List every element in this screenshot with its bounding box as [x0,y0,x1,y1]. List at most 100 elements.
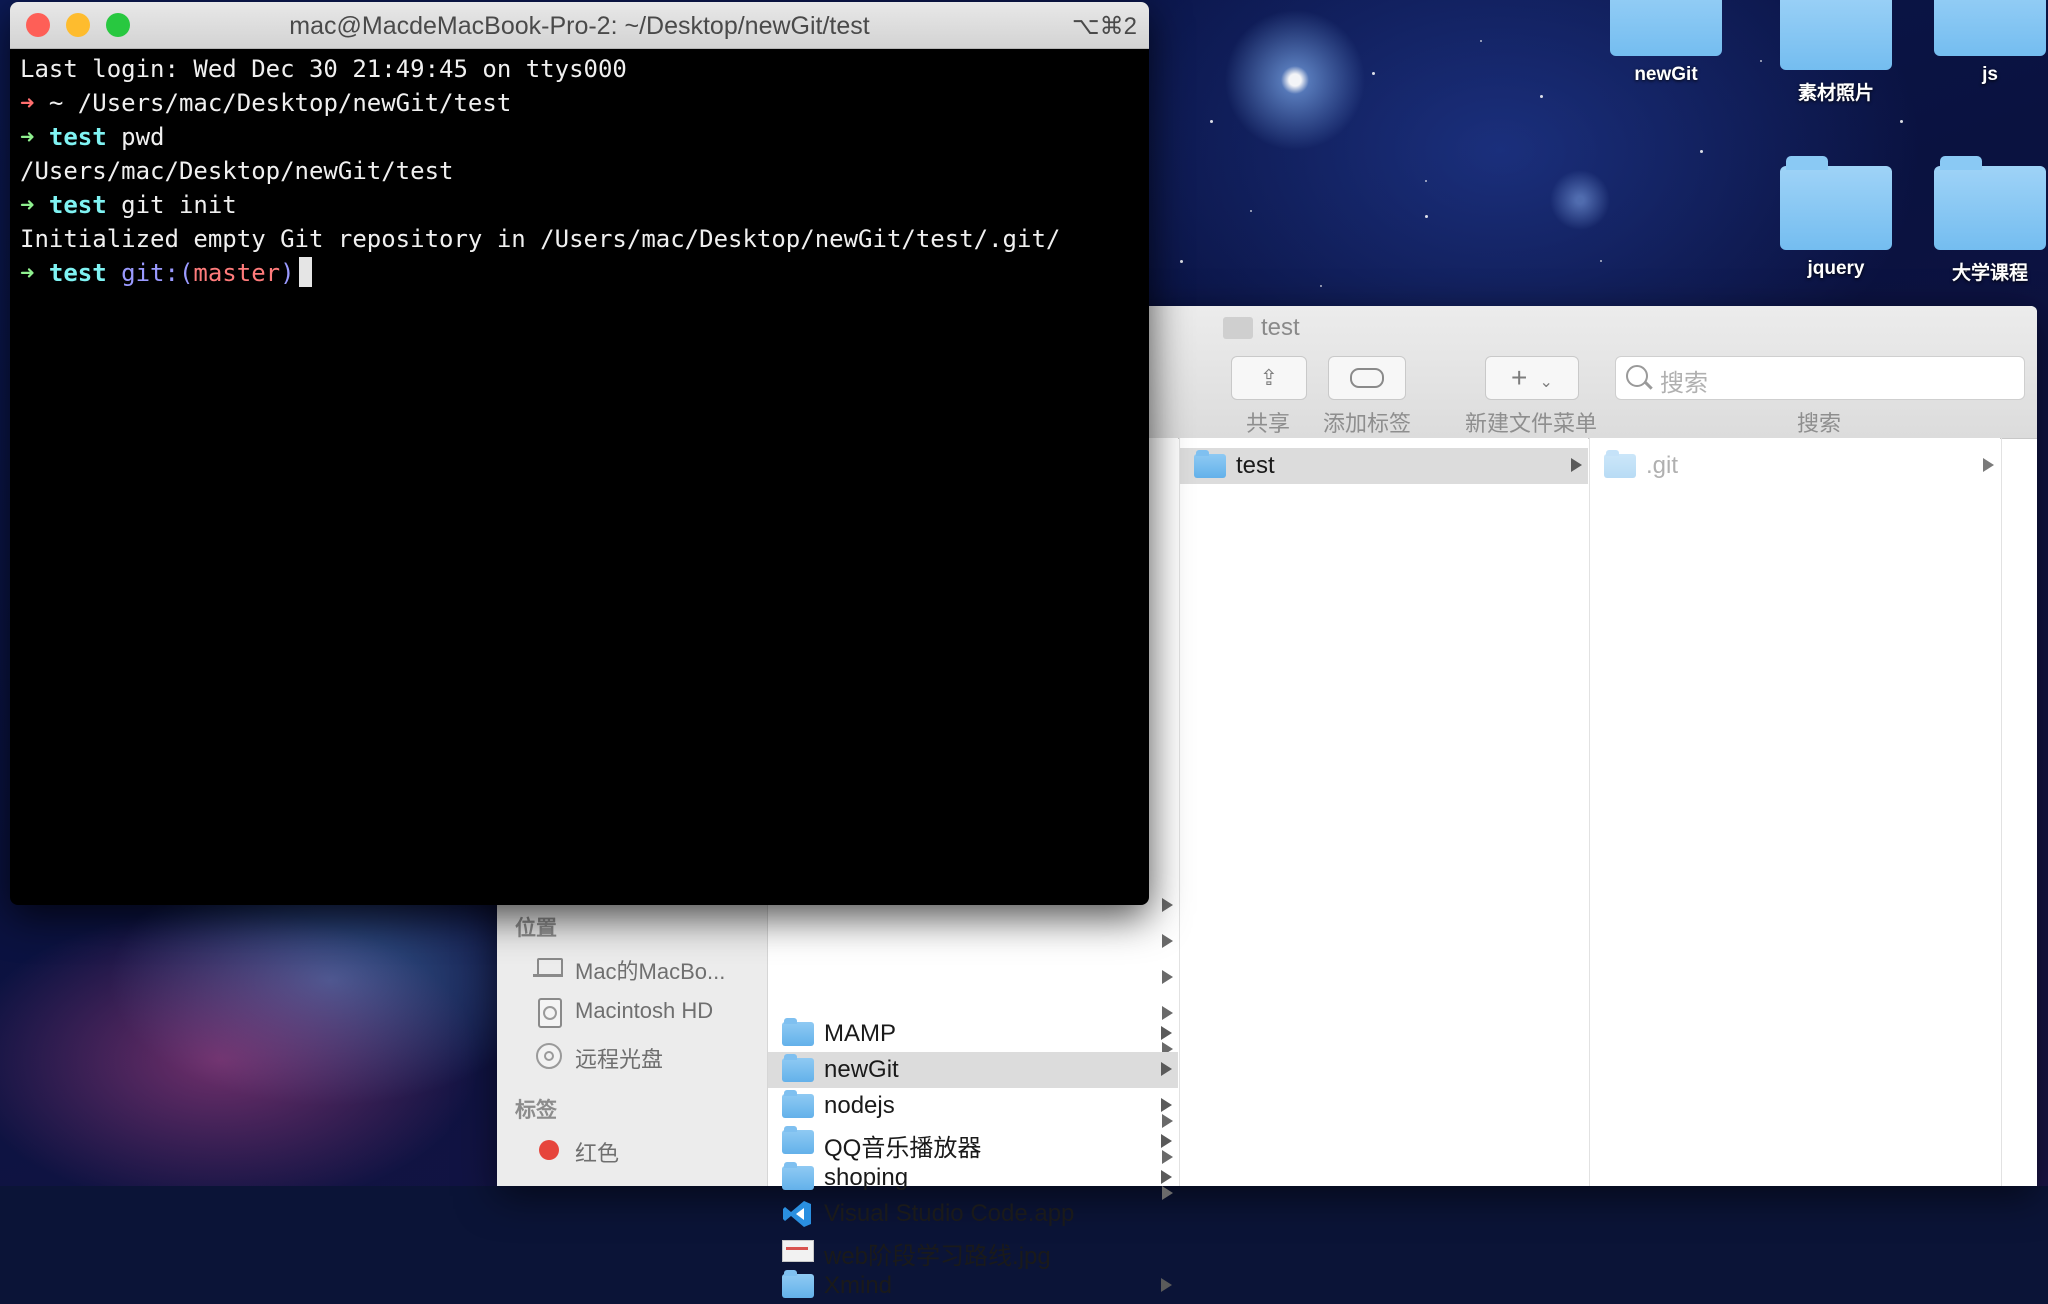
search-field[interactable]: 搜索 [1615,356,2025,400]
disclosure-arrow-icon [1161,1134,1172,1148]
disclosure-arrow-icon [1162,970,1173,984]
finder-column-test: .git [1590,438,2000,1186]
text-cursor [298,257,312,287]
share-button[interactable]: ⇪ [1231,356,1307,400]
file-name: web阶段学习路线.jpg [824,1243,1051,1270]
terminal-command: git init [106,191,237,219]
finder-row-mamp[interactable]: MAMP [768,1016,1178,1052]
file-name: MAMP [824,1020,896,1047]
finder-window-title: test [1261,314,1300,341]
finder-row-web-roadmap-jpg[interactable]: web阶段学习路线.jpg [768,1232,1178,1270]
sidebar-item-label: 红色 [575,1141,620,1166]
new-folder-menu-label: 新建文件菜单 [1464,411,1597,436]
git-branch: master [193,259,281,287]
disclosure-arrow-icon [1161,1170,1172,1184]
sidebar-item-macbook[interactable]: Mac的MacBo... [527,950,757,984]
finder-sidebar: 位置 Mac的MacBo... Macintosh HD 远程光盘 标签 红色 [497,898,768,1186]
desktop-folder-label: 素材照片 [1797,83,1874,104]
folder-icon [782,1126,814,1154]
disclosure-arrow-icon [1161,1062,1172,1076]
vscode-app-icon [783,1201,811,1227]
terminal-line: ➜ test git init [20,188,1139,222]
chevron-down-icon: ⌄ [1539,374,1553,391]
disclosure-arrow-icon [1983,458,1994,472]
terminal-command: pwd [106,123,165,151]
red-tag-icon [535,1136,561,1162]
share-icon: ⇪ [1259,365,1279,390]
search-placeholder: 搜索 [1660,370,1708,397]
column-divider[interactable] [2001,438,2002,1186]
finder-row-shoping[interactable]: shoping [768,1160,1178,1196]
folder-icon [1604,450,1636,478]
git-label: git:( [121,259,194,287]
sidebar-header-tags: 标签 [515,1099,557,1122]
folder-icon [782,1270,814,1298]
finder-row-newgit[interactable]: newGit [768,1052,1178,1088]
terminal-window[interactable]: mac@MacdeMacBook-Pro-2: ~/Desktop/newGit… [10,2,1149,905]
tag-icon [1350,368,1384,388]
folder-icon [782,1054,814,1082]
search-icon [1626,365,1648,387]
prompt-directory: test [48,259,107,287]
prompt-directory: test [48,123,107,151]
sidebar-item-remote-disc[interactable]: 远程光盘 [527,1038,757,1072]
disclosure-arrow-icon [1161,1278,1172,1292]
folder-icon [782,1162,814,1190]
finder-row-test[interactable]: test [1180,448,1588,484]
file-name: Xmind [824,1272,893,1299]
new-folder-menu-button[interactable]: + ⌄ [1485,356,1579,400]
terminal-line: /Users/mac/Desktop/newGit/test [20,154,1139,188]
folder-icon [1934,0,2046,56]
finder-row-qq-music[interactable]: QQ音乐播放器 [768,1124,1178,1162]
sidebar-item-label: 远程光盘 [575,1047,664,1072]
file-name: .git [1646,452,1679,479]
sidebar-item-macintosh-hd[interactable]: Macintosh HD [527,994,757,1028]
sidebar-item-tag-red[interactable]: 红色 [527,1132,757,1166]
file-name: nodejs [824,1092,895,1119]
prompt-arrow-icon: ➜ [20,191,35,219]
finder-row-git[interactable]: .git [1590,448,2000,484]
desktop-folder-college[interactable]: 大学课程 [1925,156,2048,285]
terminal-text: /Users/mac/Desktop/newGit/test [20,157,454,185]
add-tag-button[interactable] [1328,356,1406,400]
desktop-folder-photos[interactable]: 素材照片 [1771,0,1901,105]
terminal-output[interactable]: Last login: Wed Dec 30 21:49:45 on ttys0… [20,52,1139,290]
add-tag-label: 添加标签 [1322,411,1411,436]
desktop-folder-jquery[interactable]: jquery [1771,156,1901,280]
desktop-folder-newgit[interactable]: newGit [1601,0,1731,86]
terminal-prompt-line[interactable]: ➜ test git:(master) [20,256,1139,290]
finder-column-newgit: test [1180,438,1588,1186]
prompt-arrow-icon: ➜ [20,123,35,151]
terminal-line: ➜ ~ /Users/mac/Desktop/newGit/test [20,86,1139,120]
terminal-text: ~ /Users/mac/Desktop/newGit/test [34,89,512,117]
prompt-directory: test [48,191,107,219]
sidebar-item-label: Mac的MacBo... [575,959,726,984]
file-name: newGit [824,1056,899,1083]
folder-icon [1610,0,1722,56]
desktop-folder-label: js [1982,64,1998,85]
folder-icon [1934,156,2046,250]
git-label-close: ) [280,259,295,287]
folder-icon [1780,0,1892,70]
sidebar-header-locations: 位置 [515,917,557,940]
folder-icon [1194,450,1226,478]
finder-row-nodejs[interactable]: nodejs [768,1088,1178,1124]
folder-icon [1780,156,1892,250]
disclosure-arrow-icon [1571,458,1582,472]
terminal-text: Last login: Wed Dec 30 21:49:45 on ttys0… [20,55,627,83]
disk-icon [535,998,562,1028]
terminal-line: Initialized empty Git repository in /Use… [20,222,1139,256]
finder-row-xmind[interactable]: Xmind [768,1268,1178,1304]
finder-row-vscode[interactable]: Visual Studio Code.app [768,1196,1178,1232]
file-name: Visual Studio Code.app [824,1200,1075,1227]
sidebar-item-label: Macintosh HD [575,998,714,1023]
desktop-folder-label: newGit [1634,64,1698,85]
terminal-line: Last login: Wed Dec 30 21:49:45 on ttys0… [20,52,1139,86]
desktop-folder-label: jquery [1807,258,1865,279]
terminal-text: Initialized empty Git repository in /Use… [20,225,1061,253]
desktop-folder-js[interactable]: js [1925,0,2048,86]
terminal-titlebar[interactable]: mac@MacdeMacBook-Pro-2: ~/Desktop/newGit… [10,2,1149,49]
prompt-arrow-icon: ➜ [20,89,35,117]
folder-icon [1223,317,1253,339]
disclosure-arrow-icon [1161,1098,1172,1112]
